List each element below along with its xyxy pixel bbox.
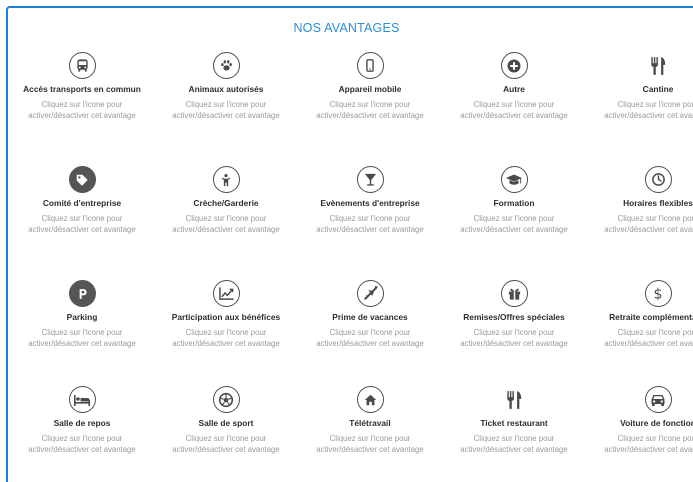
benefit-label: Salle de repos (53, 418, 111, 428)
cutlery-icon[interactable] (501, 386, 528, 413)
benefit-item[interactable]: Evènements d'entreprise Cliquez sur l'ico… (298, 166, 442, 280)
bed-icon[interactable] (68, 386, 96, 413)
benefit-item[interactable]: Parking Cliquez sur l'icone pour activer/… (10, 280, 154, 386)
gift-icon[interactable] (500, 280, 528, 307)
benefit-hint: Cliquez sur l'icone pour activer/désacti… (28, 99, 136, 120)
benefit-item[interactable]: Salle de sport Cliquez sur l'icone pour a… (154, 386, 298, 482)
benefit-hint: Cliquez sur l'icone pour activer/désacti… (172, 433, 280, 454)
benefit-label: Salle de sport (198, 418, 254, 428)
benefit-item[interactable]: Télétravail Cliquez sur l'icone pour acti… (298, 386, 442, 482)
benefit-hint: Cliquez sur l'icone pour activer/désacti… (604, 327, 693, 348)
benefit-item[interactable]: Comité d'entreprise Cliquez sur l'icone p… (10, 166, 154, 280)
clock-icon[interactable] (644, 166, 672, 193)
benefit-item[interactable]: Horaires flexibles Cliquez sur l'icone po… (586, 166, 693, 280)
car-icon[interactable] (644, 386, 672, 413)
mobile-phone-icon[interactable] (356, 52, 384, 79)
benefit-item[interactable]: $ Retraite complémentaire Cliquez sur l'ic… (586, 280, 693, 386)
benefit-hint: Cliquez sur l'icone pour activer/désacti… (604, 99, 693, 120)
cocktail-glass-icon[interactable] (356, 166, 384, 193)
benefit-hint: Cliquez sur l'icone pour activer/désacti… (28, 433, 136, 454)
benefit-label: Formation (493, 198, 535, 208)
svg-text:$: $ (653, 287, 662, 302)
benefit-label: Participation aux bénéfices (171, 312, 281, 322)
line-chart-icon[interactable] (212, 280, 240, 307)
benefit-label: Ticket restaurant (480, 418, 548, 428)
benefit-label: Remises/Offres spéciales (463, 312, 565, 322)
benefit-label: Appareil mobile (338, 84, 402, 94)
benefit-item[interactable]: Voiture de fonction Cliquez sur l'icone p… (586, 386, 693, 482)
parking-icon[interactable] (68, 280, 96, 307)
benefit-label: Evènements d'entreprise (320, 198, 420, 208)
benefit-hint: Cliquez sur l'icone pour activer/désacti… (460, 99, 568, 120)
airplane-icon[interactable] (356, 280, 384, 307)
benefit-label: Comité d'entreprise (42, 198, 122, 208)
paw-icon[interactable] (212, 52, 240, 79)
benefit-item[interactable]: Cantine Cliquez sur l'icone pour activer/… (586, 52, 693, 166)
benefit-hint: Cliquez sur l'icone pour activer/désacti… (460, 327, 568, 348)
benefit-label: Animaux autorisés (188, 84, 264, 94)
benefit-hint: Cliquez sur l'icone pour activer/désacti… (604, 213, 693, 234)
benefit-hint: Cliquez sur l'icone pour activer/désacti… (316, 433, 424, 454)
tag-icon[interactable] (68, 166, 96, 193)
benefit-hint: Cliquez sur l'icone pour activer/désacti… (172, 213, 280, 234)
benefit-item[interactable]: Autre Cliquez sur l'icone pour activer/dé… (442, 52, 586, 166)
benefit-hint: Cliquez sur l'icone pour activer/désacti… (316, 327, 424, 348)
benefit-item[interactable]: Prime de vacances Cliquez sur l'icone pou… (298, 280, 442, 386)
benefit-hint: Cliquez sur l'icone pour activer/désacti… (172, 99, 280, 120)
plus-icon[interactable] (500, 52, 528, 79)
home-icon[interactable] (356, 386, 384, 413)
benefit-label: Parking (66, 312, 98, 322)
benefit-label: Retraite complémentaire (609, 312, 693, 322)
benefit-item[interactable]: Animaux autorisés Cliquez sur l'icone pou… (154, 52, 298, 166)
benefit-label: Cantine (642, 84, 674, 94)
bus-icon[interactable] (68, 52, 96, 79)
benefit-hint: Cliquez sur l'icone pour activer/désacti… (316, 213, 424, 234)
benefit-label: Horaires flexibles (623, 198, 693, 208)
cutlery-icon[interactable] (645, 52, 672, 79)
benefit-label: Autre (503, 84, 525, 94)
benefit-item[interactable]: Salle de repos Cliquez sur l'icone pour a… (10, 386, 154, 482)
benefits-grid: Accès transports en commun Cliquez sur l'… (10, 52, 693, 482)
benefit-label: Télétravail (349, 418, 391, 428)
benefit-item[interactable]: Ticket restaurant Cliquez sur l'icone pou… (442, 386, 586, 482)
panel-title: NOS AVANTAGES (293, 21, 400, 35)
benefit-item[interactable]: Participation aux bénéfices Cliquez sur l… (154, 280, 298, 386)
benefit-hint: Cliquez sur l'icone pour activer/désacti… (172, 327, 280, 348)
benefit-hint: Cliquez sur l'icone pour activer/désacti… (460, 433, 568, 454)
benefit-item[interactable]: Appareil mobile Cliquez sur l'icone pour … (298, 52, 442, 166)
benefit-hint: Cliquez sur l'icone pour activer/désacti… (28, 213, 136, 234)
benefit-label: Crèche/Garderie (193, 198, 259, 208)
child-icon[interactable] (212, 166, 240, 193)
benefit-item[interactable]: Remises/Offres spéciales Cliquez sur l'ic… (442, 280, 586, 386)
benefit-item[interactable]: Formation Cliquez sur l'icone pour active… (442, 166, 586, 280)
benefit-item[interactable]: Accès transports en commun Cliquez sur l'… (10, 52, 154, 166)
benefit-hint: Cliquez sur l'icone pour activer/désacti… (460, 213, 568, 234)
benefit-hint: Cliquez sur l'icone pour activer/désacti… (28, 327, 136, 348)
dollar-icon[interactable]: $ (644, 280, 672, 307)
graduation-cap-icon[interactable] (500, 166, 528, 193)
benefit-hint: Cliquez sur l'icone pour activer/désacti… (316, 99, 424, 120)
benefit-item[interactable]: Crèche/Garderie Cliquez sur l'icone pour … (154, 166, 298, 280)
football-icon[interactable] (212, 386, 240, 413)
benefit-label: Prime de vacances (332, 312, 408, 322)
benefit-hint: Cliquez sur l'icone pour activer/désacti… (604, 433, 693, 454)
benefit-label: Accès transports en commun (23, 84, 141, 94)
benefit-label: Voiture de fonction (620, 418, 693, 428)
